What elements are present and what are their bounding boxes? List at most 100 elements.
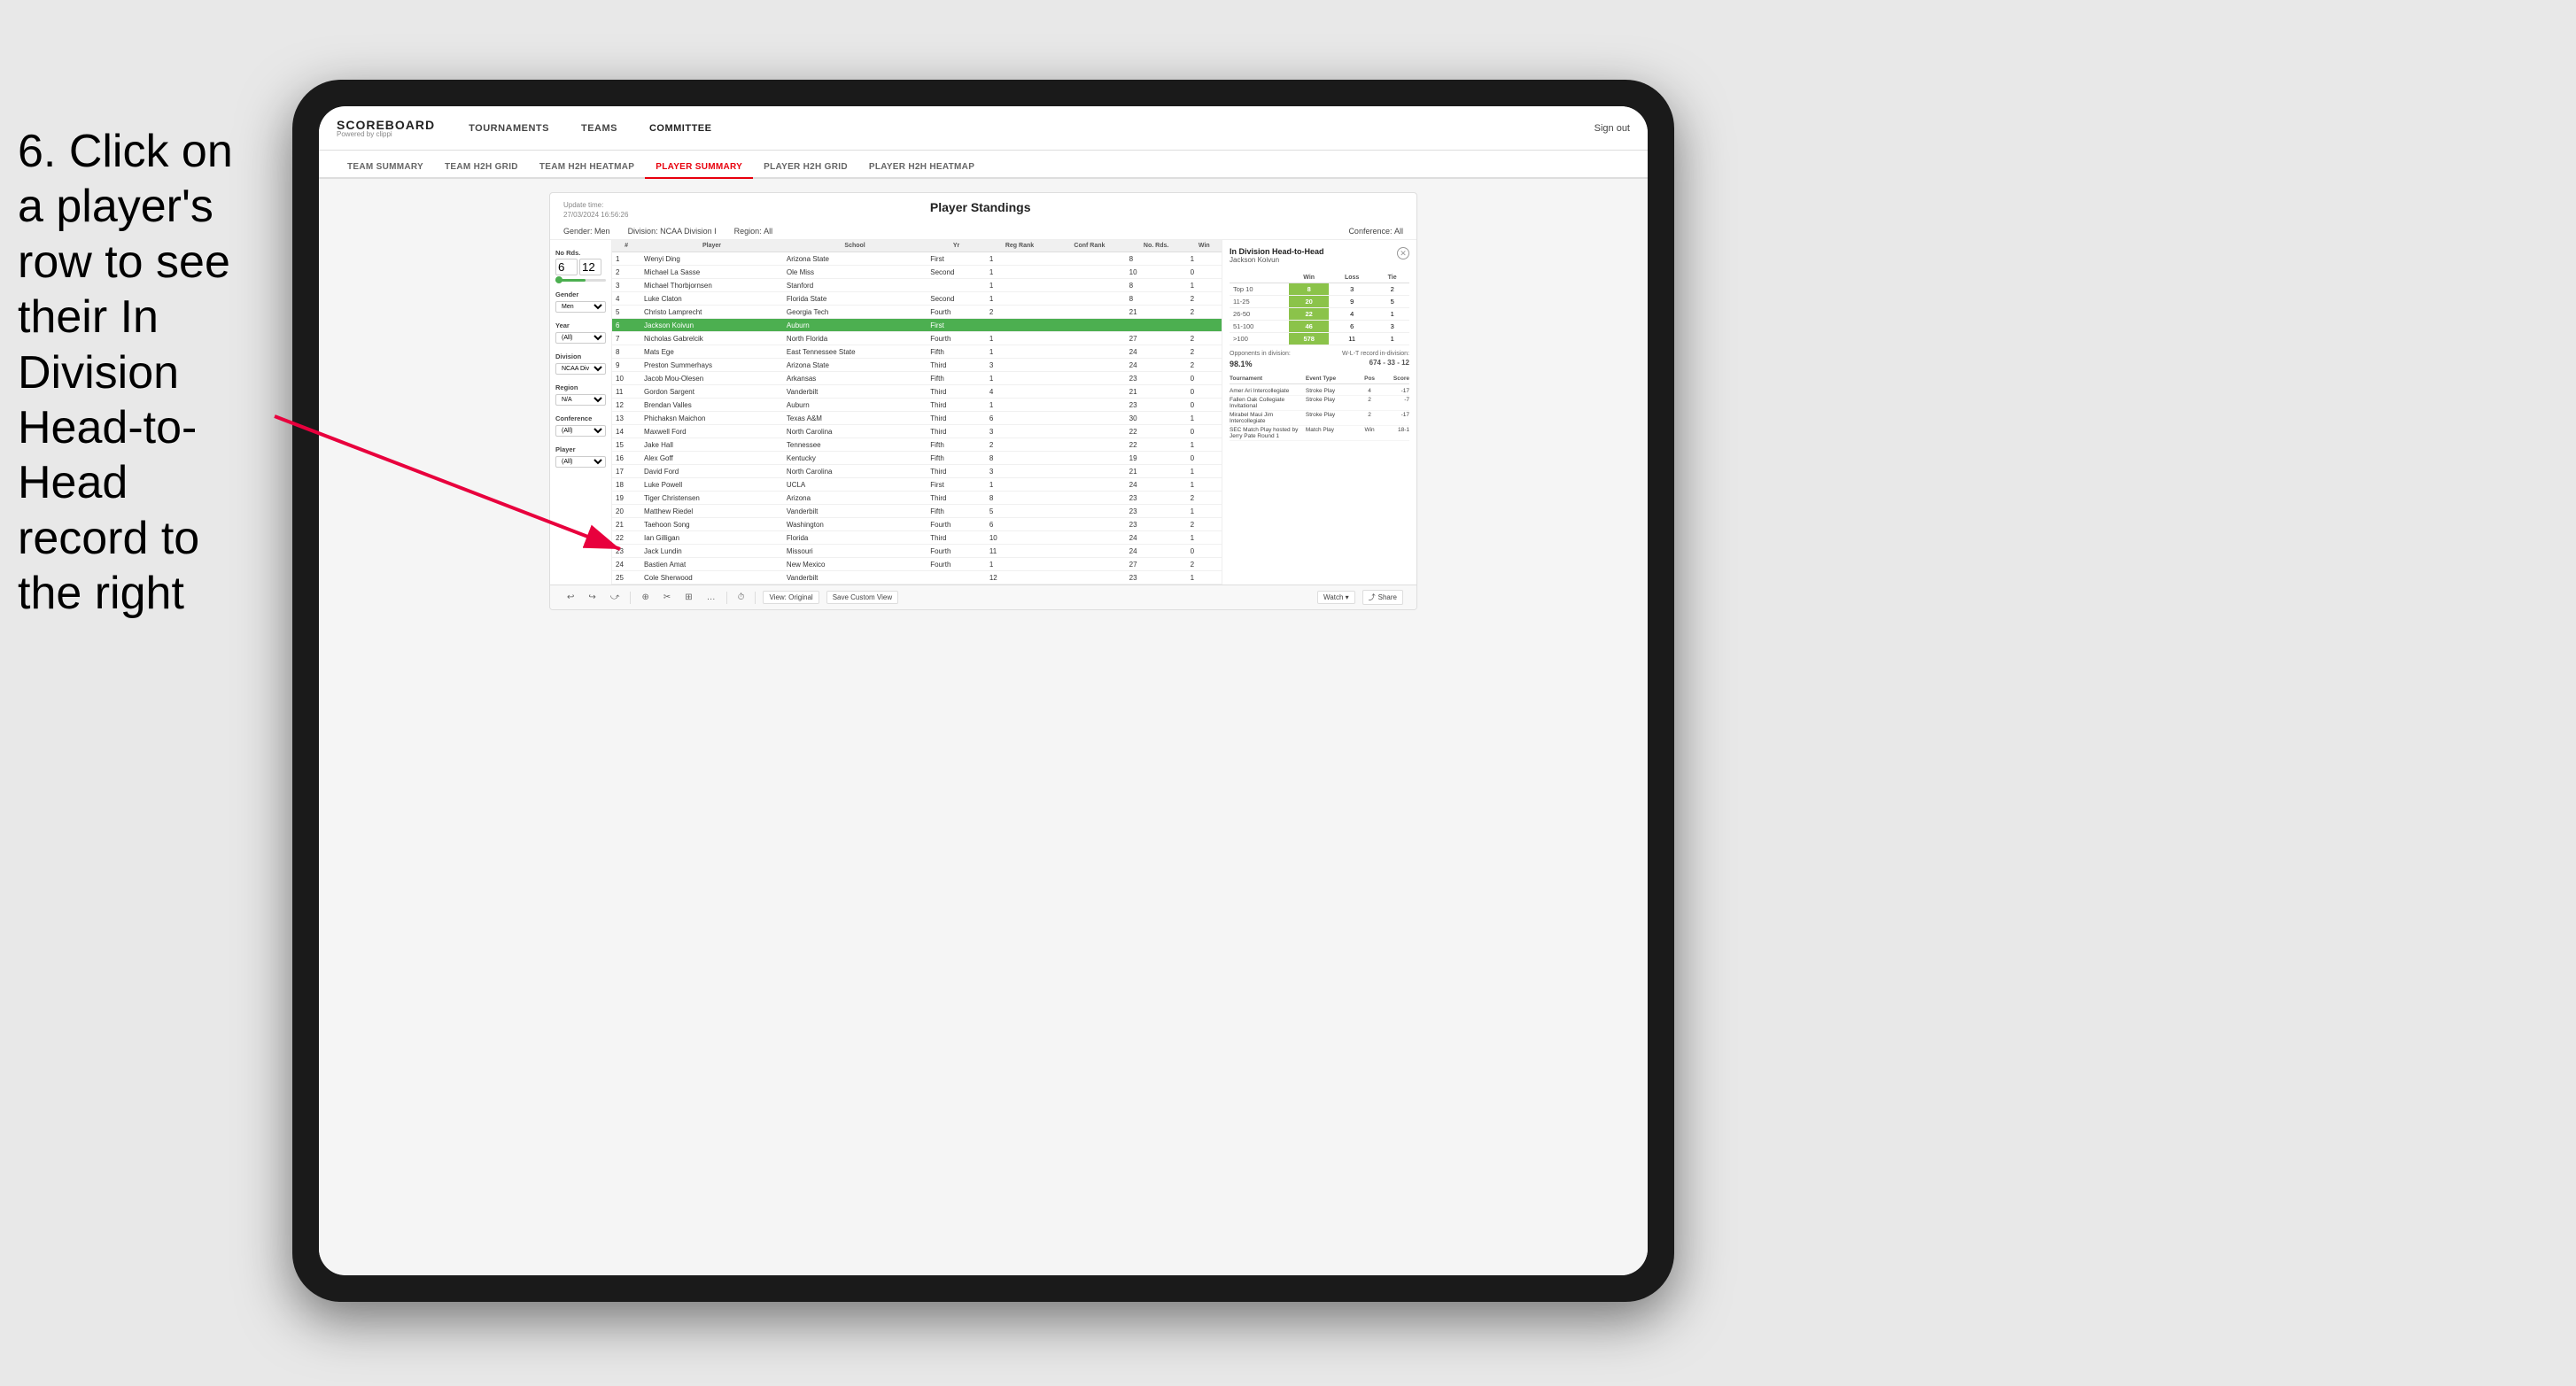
cell-yr	[927, 571, 986, 585]
cell-yr: Third	[927, 385, 986, 399]
more-button[interactable]: …	[703, 591, 719, 604]
player-select[interactable]: (All)	[555, 456, 606, 468]
cell-player: David Ford	[640, 465, 783, 478]
table-row[interactable]: 24 Bastien Amat New Mexico Fourth 1 27 2	[612, 558, 1222, 571]
gender-select[interactable]: Men	[555, 301, 606, 313]
cell-player: Wenyi Ding	[640, 252, 783, 266]
cell-win	[1187, 319, 1222, 332]
cell-reg: 1	[986, 292, 1053, 306]
redo-button[interactable]: ↪	[585, 591, 599, 604]
refresh-button[interactable]: ⤻	[607, 591, 624, 604]
watch-button[interactable]: Watch ▾	[1317, 591, 1355, 604]
table-row[interactable]: 16 Alex Goff Kentucky Fifth 8 19 0	[612, 452, 1222, 465]
table-row[interactable]: 10 Jacob Mou-Olesen Arkansas Fifth 1 23 …	[612, 372, 1222, 385]
cell-num: 14	[612, 425, 640, 438]
h2h-win: 20	[1289, 296, 1329, 308]
cell-yr: Second	[927, 266, 986, 279]
region-section: Region N/A	[555, 383, 606, 406]
save-custom-button[interactable]: Save Custom View	[826, 591, 898, 604]
table-row[interactable]: 6 Jackson Koivun Auburn First	[612, 319, 1222, 332]
h2h-close-button[interactable]: ✕	[1397, 247, 1409, 259]
table-row[interactable]: 4 Luke Claton Florida State Second 1 8 2	[612, 292, 1222, 306]
conference-select[interactable]: (All)	[555, 425, 606, 437]
region-select[interactable]: N/A	[555, 394, 606, 406]
col-header-player: Player	[640, 240, 783, 252]
cell-player: Jackson Koivun	[640, 319, 783, 332]
table-row[interactable]: 17 David Ford North Carolina Third 3 21 …	[612, 465, 1222, 478]
no-rds-section: No Rds.	[555, 249, 606, 282]
cut-button[interactable]: ✂	[660, 591, 674, 604]
table-row[interactable]: 19 Tiger Christensen Arizona Third 8 23 …	[612, 492, 1222, 505]
share-button[interactable]: ⤴ Share	[1362, 590, 1403, 605]
tab-team-h2h-grid[interactable]: TEAM H2H GRID	[434, 157, 529, 179]
cell-conf	[1053, 492, 1125, 505]
table-row[interactable]: 11 Gordon Sargent Vanderbilt Third 4 21 …	[612, 385, 1222, 399]
cell-reg: 1	[986, 279, 1053, 292]
tourn-name: Mirabel Maui Jim Intercollegiate	[1230, 412, 1302, 424]
h2h-col-win: Win	[1289, 273, 1329, 283]
cell-reg: 8	[986, 452, 1053, 465]
undo-button[interactable]: ↩	[563, 591, 578, 604]
table-row[interactable]: 14 Maxwell Ford North Carolina Third 3 2…	[612, 425, 1222, 438]
table-row[interactable]: 3 Michael Thorbjornsen Stanford 1 8 1	[612, 279, 1222, 292]
h2h-tie: 1	[1375, 308, 1409, 321]
table-row[interactable]: 21 Taehoon Song Washington Fourth 6 23 2	[612, 518, 1222, 531]
cell-school: Florida State	[783, 292, 927, 306]
year-select[interactable]: (All)	[555, 332, 606, 344]
table-row[interactable]: 8 Mats Ege East Tennessee State Fifth 1 …	[612, 345, 1222, 359]
h2h-tie: 1	[1375, 333, 1409, 345]
nav-committee[interactable]: COMMITTEE	[642, 120, 719, 137]
table-row[interactable]: 13 Phichaksn Maichon Texas A&M Third 6 3…	[612, 412, 1222, 425]
no-rds-from-input[interactable]	[555, 259, 578, 275]
view-original-button[interactable]: View: Original	[763, 591, 819, 604]
cell-win: 1	[1187, 279, 1222, 292]
cell-win: 2	[1187, 292, 1222, 306]
nav-teams[interactable]: TEAMS	[574, 120, 625, 137]
cell-win: 0	[1187, 266, 1222, 279]
table-row[interactable]: 22 Ian Gilligan Florida Third 10 24 1	[612, 531, 1222, 545]
table-row[interactable]: 18 Luke Powell UCLA First 1 24 1	[612, 478, 1222, 492]
table-row[interactable]: 1 Wenyi Ding Arizona State First 1 8 1	[612, 252, 1222, 266]
slider-bar[interactable]	[555, 279, 606, 282]
cell-reg: 1	[986, 478, 1053, 492]
table-row[interactable]: 5 Christo Lamprecht Georgia Tech Fourth …	[612, 306, 1222, 319]
filters-row: Gender: Men Division: NCAA Division I Re…	[550, 223, 1416, 240]
tab-team-h2h-heatmap[interactable]: TEAM H2H HEATMAP	[529, 157, 645, 179]
cell-conf	[1053, 385, 1125, 399]
no-rds-to-input[interactable]	[579, 259, 601, 275]
table-row[interactable]: 23 Jack Lundin Missouri Fourth 11 24 0	[612, 545, 1222, 558]
table-row[interactable]: 25 Cole Sherwood Vanderbilt 12 23 1	[612, 571, 1222, 585]
h2h-col-loss: Loss	[1329, 273, 1375, 283]
tourn-type: Stroke Play	[1306, 412, 1354, 424]
table-row[interactable]: 15 Jake Hall Tennessee Fifth 2 22 1	[612, 438, 1222, 452]
update-time: Update time: 27/03/2024 16:56:26	[563, 200, 628, 220]
panel-title: Player Standings	[628, 200, 1332, 214]
tab-player-h2h-heatmap[interactable]: PLAYER H2H HEATMAP	[858, 157, 985, 179]
tab-team-summary[interactable]: TEAM SUMMARY	[337, 157, 434, 179]
sign-out-button[interactable]: Sign out	[1594, 123, 1630, 134]
tab-player-h2h-grid[interactable]: PLAYER H2H GRID	[753, 157, 858, 179]
year-section: Year (All)	[555, 321, 606, 344]
cell-yr: Third	[927, 412, 986, 425]
cell-player: Jake Hall	[640, 438, 783, 452]
table-row[interactable]: 9 Preston Summerhays Arizona State Third…	[612, 359, 1222, 372]
col-header-reg: Reg Rank	[986, 240, 1053, 252]
table-row[interactable]: 7 Nicholas Gabrelcik North Florida Fourt…	[612, 332, 1222, 345]
table-row[interactable]: 2 Michael La Sasse Ole Miss Second 1 10 …	[612, 266, 1222, 279]
add-button[interactable]: ⊕	[638, 591, 652, 604]
cell-conf	[1053, 412, 1125, 425]
division-select[interactable]: NCAA Division I	[555, 363, 606, 375]
grid-button[interactable]: ⊞	[681, 591, 695, 604]
cell-rds: 22	[1126, 438, 1187, 452]
cell-conf	[1053, 319, 1125, 332]
nav-tournaments[interactable]: TOURNAMENTS	[462, 120, 556, 137]
cell-conf	[1053, 571, 1125, 585]
timer-button[interactable]: ⏱	[734, 591, 749, 604]
table-row[interactable]: 12 Brendan Valles Auburn Third 1 23 0	[612, 399, 1222, 412]
tournament-row: Amer Ari Intercollegiate Stroke Play 4 -…	[1230, 387, 1409, 396]
table-row[interactable]: 20 Matthew Riedel Vanderbilt Fifth 5 23 …	[612, 505, 1222, 518]
cell-player: Ian Gilligan	[640, 531, 783, 545]
tab-player-summary[interactable]: PLAYER SUMMARY	[645, 157, 753, 179]
cell-player: Michael La Sasse	[640, 266, 783, 279]
cell-num: 21	[612, 518, 640, 531]
